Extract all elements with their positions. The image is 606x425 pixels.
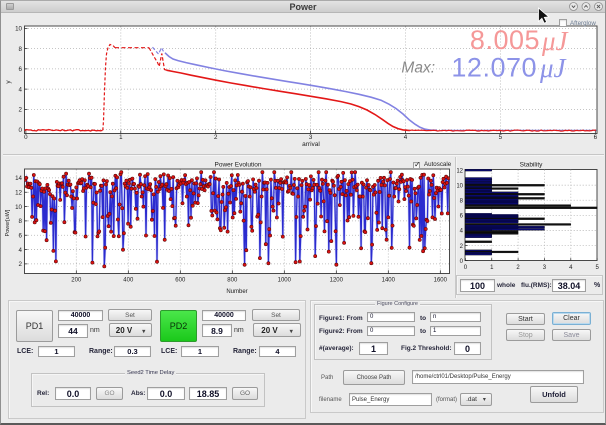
svg-text:2: 2 <box>19 261 23 268</box>
svg-text:1400: 1400 <box>382 278 396 284</box>
svg-text:1: 1 <box>490 265 494 271</box>
svg-text:0: 0 <box>24 134 28 141</box>
svg-text:6: 6 <box>19 232 23 239</box>
svg-text:8: 8 <box>19 218 23 225</box>
svg-text:2: 2 <box>214 134 218 141</box>
svg-text:800: 800 <box>227 278 238 284</box>
svg-text:y: y <box>5 80 12 84</box>
svg-text:2: 2 <box>516 265 520 271</box>
svg-text:12: 12 <box>456 168 463 174</box>
svg-text:Power[uW]: Power[uW] <box>5 209 11 236</box>
svg-text:6: 6 <box>594 134 598 141</box>
svg-text:0: 0 <box>460 259 464 265</box>
svg-text:14: 14 <box>15 175 22 182</box>
svg-text:Stability: Stability <box>520 162 544 169</box>
svg-text:6: 6 <box>19 66 23 73</box>
svg-text:5: 5 <box>595 265 599 271</box>
svg-text:1600: 1600 <box>434 278 448 284</box>
svg-text:5: 5 <box>499 134 503 141</box>
svg-text:2: 2 <box>460 244 464 250</box>
svg-text:arrival: arrival <box>302 141 320 148</box>
svg-text:4: 4 <box>569 265 573 271</box>
svg-text:4: 4 <box>460 229 464 235</box>
svg-text:1000: 1000 <box>278 278 292 284</box>
svg-text:3: 3 <box>543 265 547 271</box>
svg-text:μJ: μJ <box>541 26 570 56</box>
svg-text:2: 2 <box>19 107 23 114</box>
svg-text:12.070: 12.070 <box>451 53 537 83</box>
svg-text:1200: 1200 <box>330 278 344 284</box>
svg-text:10: 10 <box>15 26 22 33</box>
svg-text:1: 1 <box>119 134 123 141</box>
svg-text:Power Evolution: Power Evolution <box>215 162 262 169</box>
svg-text:6: 6 <box>460 214 464 220</box>
svg-text:3: 3 <box>309 134 313 141</box>
svg-text:0: 0 <box>19 127 23 134</box>
svg-text:10: 10 <box>15 204 22 211</box>
svg-text:8.005: 8.005 <box>470 25 540 55</box>
svg-text:200: 200 <box>71 278 82 284</box>
svg-text:8: 8 <box>460 199 464 205</box>
svg-text:4: 4 <box>404 134 408 141</box>
svg-text:10: 10 <box>456 184 463 190</box>
svg-text:0: 0 <box>464 265 468 271</box>
svg-text:600: 600 <box>175 278 186 284</box>
svg-text:400: 400 <box>123 278 134 284</box>
svg-text:Number: Number <box>226 289 247 295</box>
svg-text:Max:: Max: <box>401 60 435 77</box>
svg-text:4: 4 <box>19 247 23 254</box>
svg-text:μJ: μJ <box>539 53 568 83</box>
svg-text:8: 8 <box>19 46 23 53</box>
svg-text:12: 12 <box>15 189 22 196</box>
svg-text:4: 4 <box>19 86 23 93</box>
